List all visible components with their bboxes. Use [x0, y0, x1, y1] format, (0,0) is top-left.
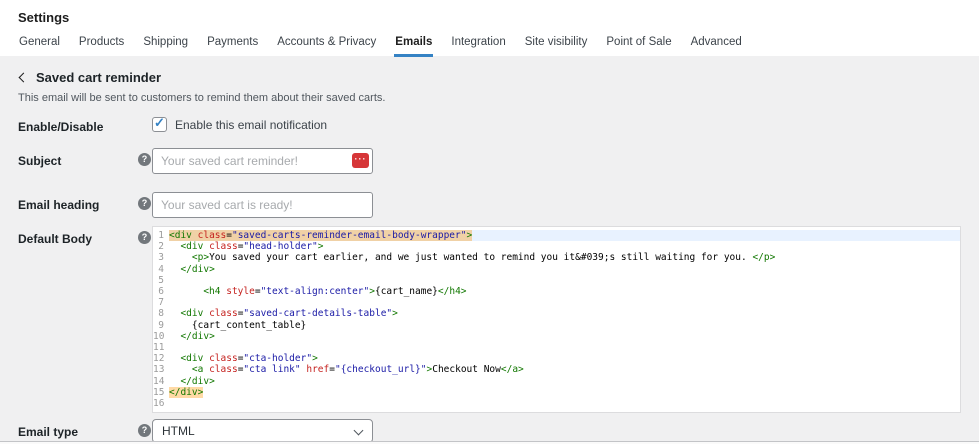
code-line-5: 5 [153, 275, 960, 286]
line-number: 6 [153, 286, 169, 297]
email-heading-input[interactable] [152, 192, 373, 218]
subject-label: Subject [18, 148, 138, 168]
email-settings-section: Saved cart reminder This email will be s… [0, 56, 979, 443]
email-description: This email will be sent to customers to … [18, 92, 961, 104]
email-type-label: Email type [18, 419, 138, 439]
code-line-text: <div class="saved-carts-reminder-email-b… [169, 230, 960, 241]
email-type-select[interactable]: HTML [152, 419, 373, 443]
code-line-15: 15</div> [153, 387, 960, 398]
code-line-4: 4 </div> [153, 264, 960, 275]
chevron-left-icon [19, 72, 29, 82]
settings-page: Settings General Products Shipping Payments… [0, 0, 979, 444]
check-icon: ✓ [154, 115, 165, 131]
code-line-text: <p>You saved your cart earlier, and we j… [169, 252, 960, 263]
line-number: 16 [153, 398, 169, 409]
code-line-8: 8 <div class="saved-cart-details-table"> [153, 308, 960, 319]
code-line-text: <div class="saved-cart-details-table"> [169, 308, 960, 319]
line-number: 14 [153, 376, 169, 387]
email-heading-row: Email heading ? [18, 192, 961, 218]
line-number: 10 [153, 331, 169, 342]
enable-checkbox-label: Enable this email notification [175, 118, 327, 132]
line-number: 9 [153, 320, 169, 331]
code-line-text: <div class="cta-holder"> [169, 353, 960, 364]
tab-integration[interactable]: Integration [450, 32, 506, 57]
code-line-7: 7 [153, 297, 960, 308]
code-line-text: {cart_content_table} [169, 320, 960, 331]
help-icon[interactable]: ? [138, 197, 151, 210]
line-number: 7 [153, 297, 169, 308]
email-settings-form: Enable/Disable ✓ Enable this email notif… [18, 114, 961, 443]
help-icon[interactable]: ? [138, 231, 151, 244]
code-line-text [169, 297, 960, 308]
code-line-text: </div> [169, 376, 960, 387]
email-heading-input-wrap [152, 192, 373, 218]
tab-products[interactable]: Products [78, 32, 125, 57]
help-icon[interactable]: ? [138, 424, 151, 437]
default-body-row: Default Body ? 1<div class="saved-carts-… [18, 226, 961, 413]
code-line-11: 11 [153, 342, 960, 353]
enable-row: Enable/Disable ✓ Enable this email notif… [18, 114, 961, 134]
line-number: 11 [153, 342, 169, 353]
tab-general[interactable]: General [18, 32, 61, 57]
tab-point-of-sale[interactable]: Point of Sale [605, 32, 672, 57]
code-line-14: 14 </div> [153, 376, 960, 387]
line-number: 4 [153, 264, 169, 275]
code-line-16: 16 [153, 398, 960, 409]
email-title: Saved cart reminder [36, 70, 161, 85]
default-body-label: Default Body [18, 226, 138, 246]
tab-advanced[interactable]: Advanced [690, 32, 743, 57]
code-line-6: 6 <h4 style="text-align:center">{cart_na… [153, 286, 960, 297]
chevron-down-icon [354, 426, 364, 436]
settings-tabs: General Products Shipping Payments Accounts … [18, 32, 961, 57]
line-number: 3 [153, 252, 169, 263]
code-line-text [169, 275, 960, 286]
line-number: 5 [153, 275, 169, 286]
code-line-12: 12 <div class="cta-holder"> [153, 353, 960, 364]
code-line-text: <a class="cta link" href="{checkout_url}… [169, 364, 960, 375]
enable-checkbox[interactable]: ✓ [152, 117, 167, 132]
line-number: 8 [153, 308, 169, 319]
code-line-3: 3 <p>You saved your cart earlier, and we… [153, 252, 960, 263]
subject-ellipsis-button[interactable]: ··· [352, 153, 369, 168]
email-heading-label: Email heading [18, 192, 138, 212]
code-line-13: 13 <a class="cta link" href="{checkout_u… [153, 364, 960, 375]
help-icon[interactable]: ? [138, 153, 151, 166]
subject-input-wrap: ··· [152, 148, 373, 174]
code-line-10: 10 </div> [153, 331, 960, 342]
code-line-1: 1<div class="saved-carts-reminder-email-… [153, 230, 960, 241]
default-body-editor[interactable]: 1<div class="saved-carts-reminder-email-… [152, 226, 961, 413]
code-line-2: 2 <div class="head-holder"> [153, 241, 960, 252]
tab-shipping[interactable]: Shipping [142, 32, 189, 57]
email-type-row: Email type ? HTML [18, 419, 961, 443]
code-line-text: </div> [169, 331, 960, 342]
tab-emails[interactable]: Emails [394, 32, 433, 57]
code-line-9: 9 {cart_content_table} [153, 320, 960, 331]
code-line-text [169, 342, 960, 353]
settings-header: Settings General Products Shipping Payments… [0, 0, 979, 56]
line-number: 2 [153, 241, 169, 252]
page-title: Settings [18, 0, 961, 25]
code-line-text: <div class="head-holder"> [169, 241, 960, 252]
code-line-text: <h4 style="text-align:center">{cart_name… [169, 286, 960, 297]
tab-payments[interactable]: Payments [206, 32, 259, 57]
line-number: 12 [153, 353, 169, 364]
tab-site-visibility[interactable]: Site visibility [524, 32, 589, 57]
code-lines: 1<div class="saved-carts-reminder-email-… [153, 230, 960, 409]
code-line-text [169, 398, 960, 409]
line-number: 15 [153, 387, 169, 398]
line-number: 13 [153, 364, 169, 375]
line-number: 1 [153, 230, 169, 241]
enable-label: Enable/Disable [18, 114, 138, 134]
subject-input[interactable] [152, 148, 373, 174]
code-line-text: </div> [169, 264, 960, 275]
code-line-text: </div> [169, 387, 960, 398]
enable-checkbox-wrap: ✓ Enable this email notification [152, 114, 327, 132]
email-type-value: HTML [162, 424, 195, 438]
back-link[interactable]: Saved cart reminder [18, 68, 961, 86]
tab-accounts-privacy[interactable]: Accounts & Privacy [276, 32, 377, 57]
subject-row: Subject ? ··· [18, 148, 961, 174]
